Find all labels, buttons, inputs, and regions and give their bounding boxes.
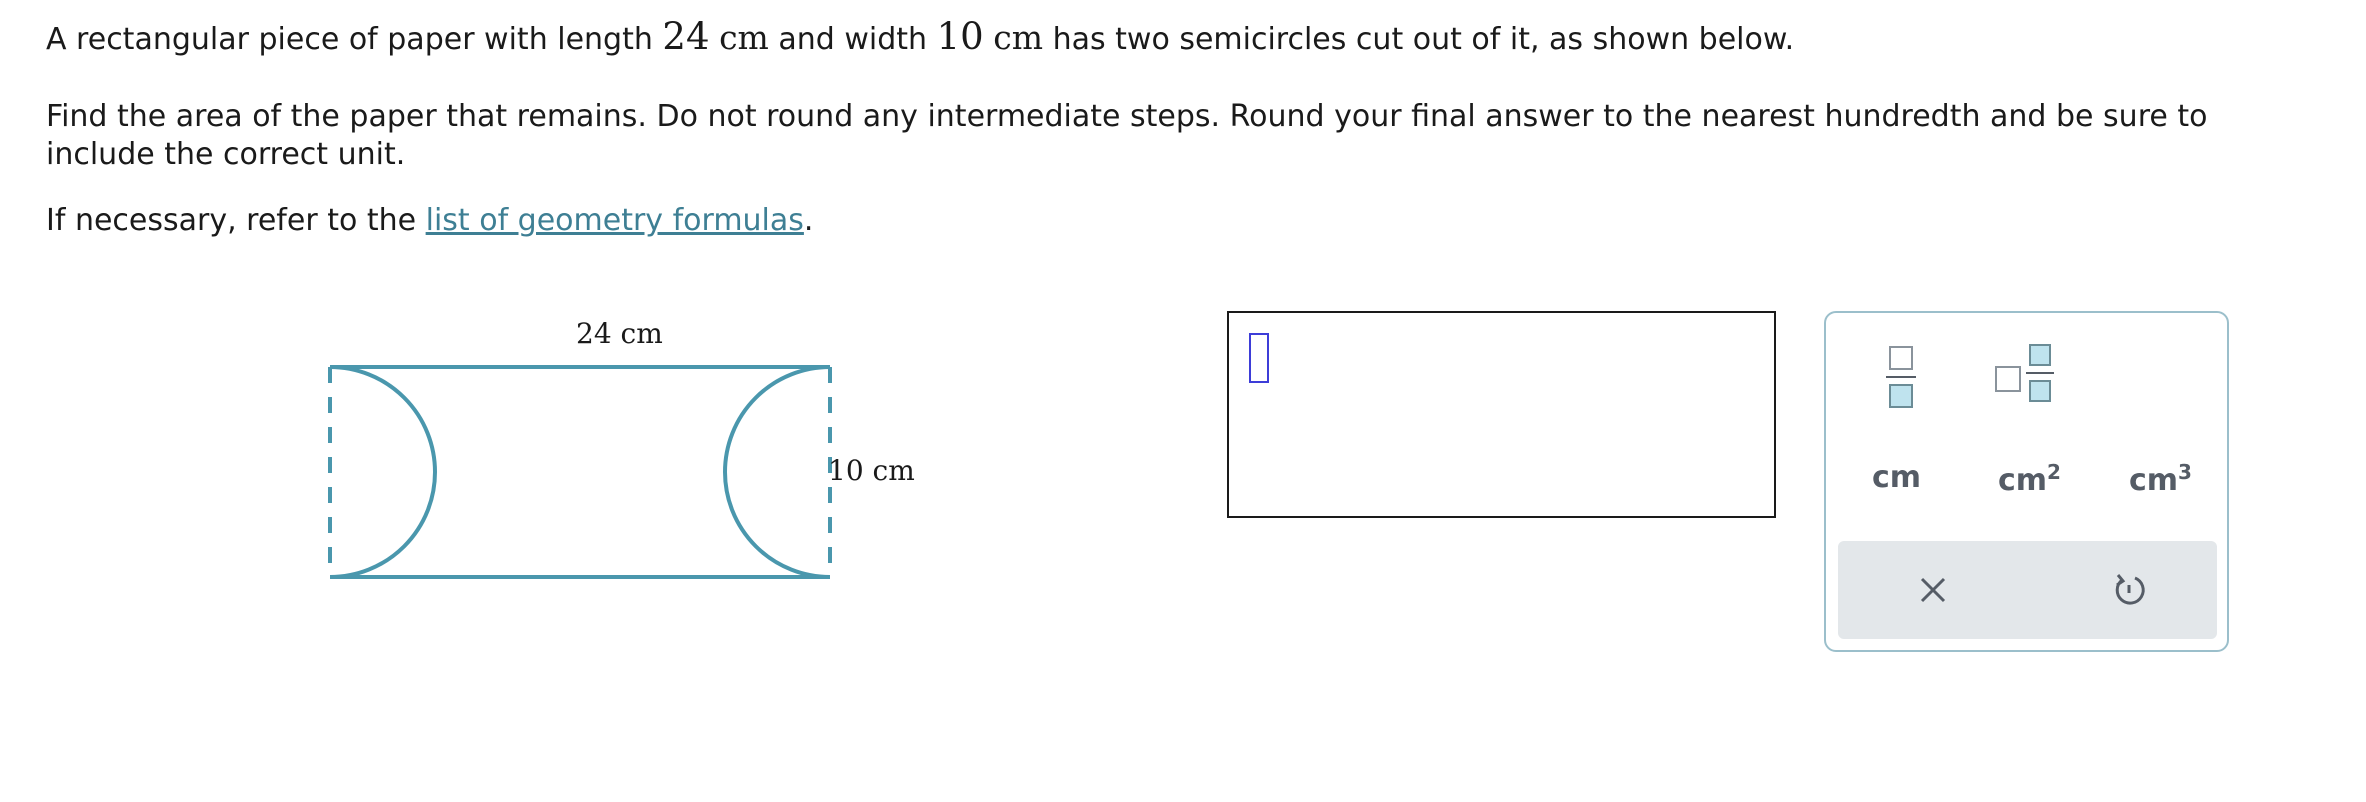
length-unit: cm: [719, 18, 769, 57]
unit-cm-label: cm: [1872, 460, 1922, 495]
length-value: 24: [662, 15, 710, 58]
unit-cm2-base: cm: [1998, 463, 2048, 498]
unit-cm2-exponent: 2: [2047, 460, 2061, 484]
question-text-a: A rectangular piece of paper with length: [46, 22, 653, 57]
question-text-c: has two semicircles cut out of it, as sh…: [1052, 22, 1795, 57]
question-text-b: and width: [778, 22, 928, 57]
fraction-icon: [1886, 346, 1916, 408]
width-unit: cm: [993, 18, 1044, 57]
unit-cm-button[interactable]: cm: [1872, 460, 1921, 495]
clear-button[interactable]: [1908, 565, 1958, 615]
right-semicircle: [723, 365, 831, 579]
math-palette: cm cm2 cm3: [1824, 311, 2229, 652]
fraction-button[interactable]: [1866, 333, 1936, 413]
instructions: Find the area of the paper that remains.…: [46, 98, 2336, 174]
unit-cm3-base: cm: [2129, 463, 2179, 498]
instructions-line-1: Find the area of the paper that remains.…: [46, 99, 2208, 134]
palette-action-bar: [1838, 541, 2217, 639]
unit-cm2-button[interactable]: cm2: [1998, 460, 2061, 498]
answer-input[interactable]: [1227, 311, 1776, 518]
input-cursor-box[interactable]: [1249, 333, 1269, 383]
length-label: 24 cm: [576, 317, 663, 350]
geometry-formulas-link[interactable]: list of geometry formulas: [426, 203, 804, 238]
mixed-number-button[interactable]: [1986, 333, 2066, 413]
unit-cm3-exponent: 3: [2178, 460, 2192, 484]
question-line-1: A rectangular piece of paper with length…: [46, 18, 1794, 59]
rectangle-figure: 24 cm 10 cm: [320, 310, 940, 600]
width-value: 10: [936, 15, 984, 58]
unit-cm3-button[interactable]: cm3: [2129, 460, 2192, 498]
formula-reference-suffix: .: [803, 203, 814, 238]
figure-svg: 24 cm 10 cm: [328, 317, 915, 579]
left-semicircle: [329, 365, 437, 579]
mixed-number-icon: [1995, 344, 2054, 402]
clear-icon: [1920, 577, 1946, 603]
undo-icon: [2115, 574, 2145, 605]
instructions-line-2: include the correct unit.: [46, 137, 406, 172]
undo-button[interactable]: [2104, 565, 2154, 615]
formula-reference-prefix: If necessary, refer to the: [46, 203, 417, 238]
formula-reference: If necessary, refer to the list of geome…: [46, 202, 813, 240]
width-label: 10 cm: [828, 454, 915, 487]
